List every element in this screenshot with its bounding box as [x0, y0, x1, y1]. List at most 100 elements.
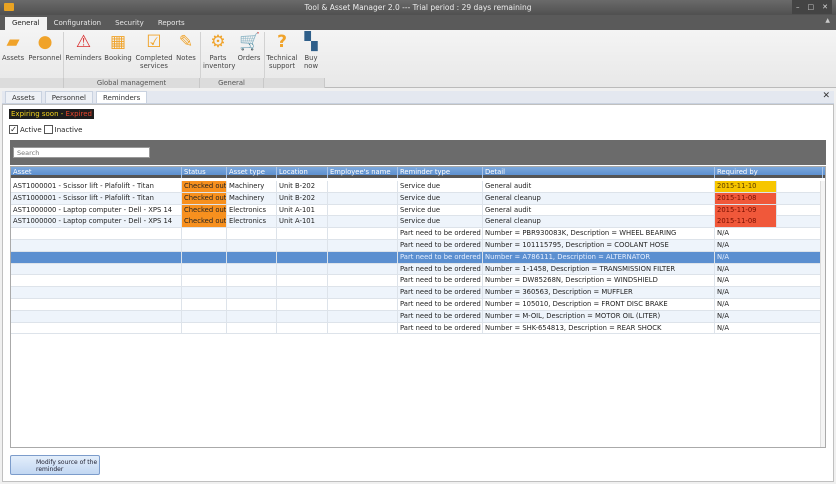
buy-now-button[interactable]: ▚ Buy now	[299, 32, 323, 70]
cell-required-by: 2015-11-08	[715, 216, 777, 228]
close-tab-icon[interactable]: ✕	[822, 91, 830, 101]
table-row[interactable]: AST1000000 - Laptop computer - Dell - XP…	[11, 216, 823, 229]
column-header-asset[interactable]: Asset	[11, 167, 182, 178]
orders-button[interactable]: 🛒 Orders	[236, 32, 262, 62]
search-input[interactable]	[13, 147, 150, 158]
column-header-employee-name[interactable]: Employee's name	[328, 167, 398, 178]
ribbon-group-label	[0, 78, 64, 88]
close-button[interactable]: ✕	[822, 3, 828, 11]
divider	[264, 32, 265, 78]
ribbon-tab-general[interactable]: General	[5, 17, 47, 30]
filter-checkboxes: ✓ Active Inactive	[9, 125, 82, 134]
cell-reminder-type: Part need to be ordered	[398, 322, 483, 334]
cell-reminder-type: Service due	[398, 204, 483, 216]
cell-location	[277, 275, 328, 287]
cell-asset-type	[227, 310, 277, 322]
cell-asset-type	[227, 299, 277, 310]
gears-icon: ⚙	[210, 32, 226, 52]
vertical-scrollbar[interactable]	[820, 181, 825, 447]
column-header-reminder-type[interactable]: Reminder type	[398, 167, 483, 178]
notes-button[interactable]: ✎ Notes	[174, 32, 198, 62]
tab-reminders[interactable]: Reminders	[96, 91, 148, 103]
cell-detail: Number = A786111, Description = ALTERNAT…	[483, 251, 715, 263]
cell-employee-name	[328, 251, 398, 263]
tab-assets[interactable]: Assets	[5, 91, 42, 103]
table-row[interactable]: Part need to be ordered Number = 105010, …	[11, 299, 823, 311]
inactive-label: Inactive	[54, 125, 83, 134]
active-checkbox[interactable]: ✓	[9, 125, 18, 134]
cell-detail: Number = 105010, Description = FRONT DIS…	[483, 299, 715, 310]
cell-required-by: 2015-11-09	[715, 204, 777, 216]
cell-reminder-type: Part need to be ordered	[398, 287, 483, 299]
reminders-button[interactable]: ⚠ Reminders	[65, 32, 102, 62]
minimize-button[interactable]: –	[796, 3, 800, 11]
table-row[interactable]: Part need to be ordered Number = 1-1458, …	[11, 263, 823, 276]
cell-location	[277, 287, 328, 299]
ribbon-tab-security[interactable]: Security	[108, 17, 151, 30]
ribbon-tab-reports[interactable]: Reports	[151, 17, 192, 30]
table-row[interactable]: AST1000001 - Scissor lift - Plafolift - …	[11, 192, 823, 205]
completed-services-button[interactable]: ☑ Completed services	[134, 32, 174, 70]
cell-reminder-type: Part need to be ordered	[398, 228, 483, 240]
column-header-status[interactable]: Status	[182, 167, 227, 178]
cell-detail: Number = DW85268N, Description = WINDSHI…	[483, 275, 715, 287]
collapse-ribbon-icon[interactable]: ▲	[825, 17, 830, 24]
window-title: Tool & Asset Manager 2.0 --- Trial perio…	[304, 3, 532, 12]
warning-icon: ⚠	[75, 32, 92, 52]
legend-expired: Expired	[65, 110, 92, 118]
personnel-button[interactable]: ● Personnel	[28, 32, 62, 62]
cart-icon: 🛒	[239, 32, 261, 52]
parts-inventory-button[interactable]: ⚙ Parts inventory	[203, 32, 235, 70]
app-icon	[4, 3, 14, 11]
cell-detail: Number = 360563, Description = MUFFLER	[483, 287, 715, 299]
cell-detail: General cleanup	[483, 192, 715, 204]
column-header-asset-type[interactable]: Asset type	[227, 167, 277, 178]
cell-asset	[11, 310, 182, 322]
table-row[interactable]: Part need to be ordered Number = 360563, …	[11, 287, 823, 299]
table-row[interactable]: Part need to be ordered Number = DW85268N…	[11, 275, 823, 288]
column-header-required-by[interactable]: Required by	[715, 167, 823, 178]
cell-asset-type	[227, 322, 277, 334]
cell-location: Unit B-202	[277, 181, 328, 192]
table-row[interactable]: AST1000000 - Laptop computer - Dell - XP…	[11, 204, 823, 217]
cell-status	[182, 240, 227, 251]
table-row[interactable]: Part need to be ordered Number = SHK-6548…	[11, 322, 823, 335]
cell-location	[277, 263, 328, 275]
cell-status	[182, 251, 227, 263]
booking-button[interactable]: ▦ Booking	[103, 32, 133, 62]
table-row[interactable]: AST1000001 - Scissor lift - Plafolift - …	[11, 181, 823, 193]
table-row[interactable]: Part need to be ordered Number = 10111579…	[11, 240, 823, 252]
cell-reminder-type: Part need to be ordered	[398, 263, 483, 275]
cell-location: Unit B-202	[277, 192, 328, 204]
cell-asset-type	[227, 251, 277, 263]
reminders-grid: Asset Status Asset type Location Employee's …	[10, 166, 826, 448]
table-row[interactable]: Part need to be ordered Number = M-OIL, D…	[11, 310, 823, 323]
cell-asset: AST1000000 - Laptop computer - Dell - XP…	[11, 204, 182, 216]
cell-required-by: N/A	[715, 263, 823, 275]
assets-button[interactable]: ▰ Assets	[2, 32, 24, 62]
cell-status: Checked out	[182, 181, 227, 192]
divider	[63, 32, 64, 78]
cell-location	[277, 322, 328, 334]
cell-location	[277, 251, 328, 263]
notes-icon: ✎	[178, 32, 194, 52]
modify-source-button[interactable]: Modify source of the reminder	[10, 455, 100, 475]
column-header-location[interactable]: Location	[277, 167, 328, 178]
cell-employee-name	[328, 299, 398, 310]
inactive-checkbox[interactable]	[43, 125, 53, 134]
cell-reminder-type: Service due	[398, 192, 483, 204]
cell-employee-name	[328, 181, 398, 192]
cell-required-by: 2015-11-08	[715, 192, 777, 204]
column-header-detail[interactable]: Detail	[483, 167, 715, 178]
ribbon-tab-configuration[interactable]: Configuration	[47, 17, 108, 30]
cell-employee-name	[328, 216, 398, 228]
table-row[interactable]: Part need to be ordered Number = A786111,…	[11, 251, 823, 264]
table-row[interactable]: Part need to be ordered Number = PBR93008…	[11, 228, 823, 240]
cell-employee-name	[328, 322, 398, 334]
technical-support-button[interactable]: ? Technical support	[266, 32, 298, 70]
cell-required-by: N/A	[715, 299, 823, 310]
cell-employee-name	[328, 240, 398, 251]
maximize-button[interactable]: □	[808, 3, 815, 11]
cell-required-by: N/A	[715, 310, 823, 322]
tab-personnel[interactable]: Personnel	[44, 91, 93, 103]
